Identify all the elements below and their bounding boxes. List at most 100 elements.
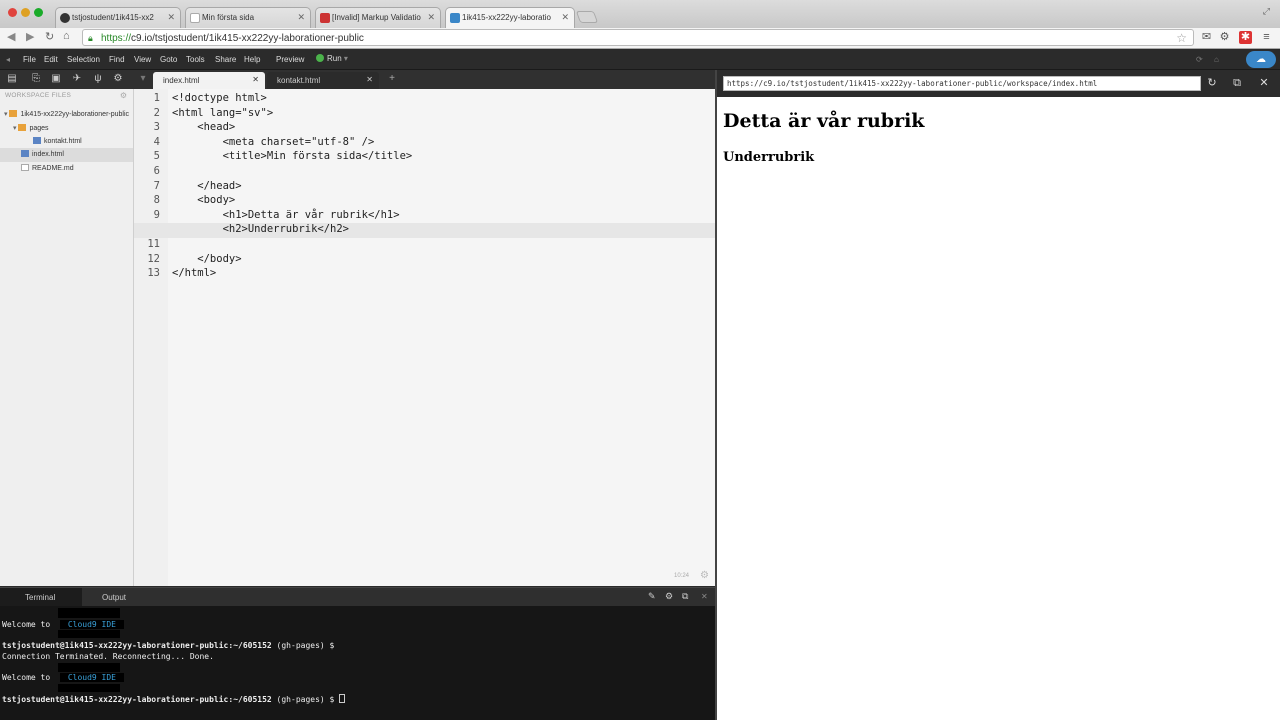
- tab-title: tstjostudent/1ik415-xx2: [72, 13, 154, 22]
- address-bar[interactable]: 🔒︎ https://c9.io/tstjostudent/1ik415-xx2…: [82, 29, 1194, 46]
- menu-goto[interactable]: Goto: [160, 55, 177, 64]
- line-number: 9: [153, 208, 160, 221]
- menu-tools[interactable]: Tools: [186, 55, 205, 64]
- browser-tab-validator[interactable]: [Invalid] Markup Validatio ✕: [315, 7, 441, 28]
- terminal-banner-block: [58, 608, 120, 618]
- preview-popout-icon[interactable]: ⧉: [1230, 76, 1244, 90]
- maximize-window-button[interactable]: [34, 8, 43, 17]
- folder-icon: [18, 124, 27, 131]
- ide-toolbar: ▤ ⎘ ▣ ✈ ψ ⚙ ▾ index.html ✕ kontakt.html …: [0, 70, 715, 89]
- menu-help[interactable]: Help: [244, 55, 260, 64]
- preview-reload-icon[interactable]: ↻: [1205, 76, 1219, 90]
- line-number: 8: [153, 194, 160, 207]
- tree-file-kontakt[interactable]: kontakt.html: [33, 137, 82, 145]
- menu-edit[interactable]: Edit: [44, 55, 58, 64]
- text-file-icon: [21, 164, 29, 171]
- close-tab-icon[interactable]: ✕: [561, 12, 569, 23]
- new-file-icon[interactable]: ⎘: [30, 73, 42, 85]
- tree-folder-pages[interactable]: ▾ pages: [13, 124, 49, 132]
- preview-pane: https://c9.io/tstjostudent/1ik415-xx222y…: [715, 70, 1280, 720]
- console-settings-icon[interactable]: ⚙: [665, 591, 673, 602]
- tree-file-label: index.html: [32, 151, 64, 158]
- add-tab-icon[interactable]: +: [386, 73, 398, 85]
- menu-share[interactable]: Share: [215, 55, 236, 64]
- deploy-icon[interactable]: ✈: [71, 73, 83, 85]
- code-line: <body>: [172, 194, 236, 207]
- preview-url-input[interactable]: https://c9.io/tstjostudent/1ik415-xx222y…: [723, 76, 1201, 91]
- close-tab-icon[interactable]: ✕: [427, 12, 435, 23]
- extension-gear-icon[interactable]: ⚙: [1218, 31, 1231, 44]
- close-window-button[interactable]: [8, 8, 17, 17]
- browser-toolbar: ◀ ▶ ↻ ⌂ 🔒︎ https://c9.io/tstjostudent/1i…: [0, 28, 1280, 49]
- sidebar-settings-icon[interactable]: ⚙: [120, 91, 127, 100]
- code-editor[interactable]: 12345678910111213 <!doctype html><html l…: [134, 89, 715, 586]
- browser-tab-min-forsta-sida[interactable]: Min första sida ✕: [185, 7, 311, 28]
- terminal-cursor: [339, 694, 346, 703]
- forward-icon[interactable]: ▶: [26, 30, 34, 43]
- menu-selection[interactable]: Selection: [67, 55, 100, 64]
- line-number: 1: [153, 92, 160, 104]
- menu-file[interactable]: File: [23, 55, 36, 64]
- tree-root[interactable]: ▾ 1ik415-xx222yy-laborationer-public: [4, 110, 129, 118]
- terminal-output[interactable]: Welcome to Cloud9 IDE tstjostudent@1ik41…: [0, 606, 715, 720]
- preview-toolbar: https://c9.io/tstjostudent/1ik415-xx222y…: [717, 70, 1280, 97]
- page-icon: [190, 13, 200, 23]
- code-line: <meta charset="utf-8" />: [172, 135, 375, 148]
- collaborate-icon[interactable]: ⟳: [1196, 55, 1203, 64]
- close-tab-icon[interactable]: ✕: [366, 75, 373, 84]
- github-icon: [60, 13, 70, 23]
- panel-menu-icon[interactable]: ▾: [137, 73, 149, 85]
- menu-view[interactable]: View: [134, 55, 151, 64]
- line-number: 6: [153, 165, 160, 177]
- run-button[interactable]: Run ▾: [316, 54, 348, 63]
- close-console-icon[interactable]: ✕: [701, 592, 708, 601]
- maximize-console-icon[interactable]: ⧉: [682, 591, 688, 602]
- home-icon[interactable]: ⌂: [1214, 55, 1219, 64]
- gmail-icon[interactable]: ✉: [1200, 31, 1213, 44]
- html-file-icon: [21, 150, 29, 157]
- browser-tab-github[interactable]: tstjostudent/1ik415-xx2 ✕: [55, 7, 181, 28]
- preview-heading-1: Detta är vår rubrik: [723, 110, 925, 132]
- home-icon[interactable]: ⌂: [63, 30, 70, 42]
- terminal-banner-block: [58, 630, 120, 638]
- tab-terminal[interactable]: Terminal: [0, 588, 82, 607]
- browser-tab-cloud9[interactable]: 1ik415-xx222yy-laboratio ✕: [445, 7, 575, 28]
- url-text: c9.io/tstjostudent/1ik415-xx222yy-labora…: [131, 33, 364, 44]
- extension-red-icon[interactable]: ✱: [1239, 31, 1252, 44]
- tree-file-readme[interactable]: README.md: [21, 164, 74, 172]
- bookmark-star-icon[interactable]: ☆: [1176, 31, 1187, 45]
- save-icon[interactable]: ▣: [50, 73, 62, 85]
- close-tab-icon[interactable]: ✕: [252, 75, 259, 84]
- back-icon[interactable]: ◀: [7, 30, 15, 43]
- code-line: </head>: [172, 179, 242, 192]
- cloud9-logo-icon[interactable]: ☁: [1246, 51, 1276, 68]
- editor-settings-icon[interactable]: ⚙: [700, 570, 709, 581]
- tab-index-html[interactable]: index.html ✕: [153, 72, 265, 89]
- preview-close-icon[interactable]: ✕: [1257, 76, 1271, 90]
- tab-kontakt-html[interactable]: kontakt.html ✕: [267, 72, 379, 89]
- tab-label: Terminal: [25, 593, 56, 602]
- close-tab-icon[interactable]: ✕: [167, 12, 175, 23]
- close-tab-icon[interactable]: ✕: [297, 12, 305, 23]
- url-scheme: https://: [101, 33, 132, 44]
- code-line: </html>: [172, 267, 217, 280]
- new-tab-button[interactable]: [575, 11, 599, 23]
- toggle-tree-icon[interactable]: ▤: [6, 73, 18, 85]
- folder-icon: [9, 110, 18, 117]
- code-line: <head>: [172, 121, 236, 134]
- git-icon[interactable]: ψ: [92, 73, 104, 85]
- fullscreen-icon[interactable]: ⤢: [1263, 6, 1270, 17]
- line-number: 7: [153, 179, 160, 192]
- minimize-window-button[interactable]: [21, 8, 30, 17]
- menu-caret-icon[interactable]: ◂: [6, 55, 10, 64]
- tree-file-index[interactable]: index.html: [0, 148, 133, 162]
- ide-menu-bar: ◂ File Edit Selection Find View Goto Too…: [0, 50, 1280, 70]
- tab-output[interactable]: Output: [102, 593, 126, 602]
- line-number: 4: [153, 135, 160, 148]
- reload-icon[interactable]: ↻: [45, 30, 54, 43]
- settings-icon[interactable]: ⚙: [112, 73, 124, 85]
- chrome-menu-icon[interactable]: ≡: [1260, 31, 1273, 44]
- menu-find[interactable]: Find: [109, 55, 125, 64]
- menu-preview[interactable]: Preview: [276, 55, 304, 64]
- clear-console-icon[interactable]: ✎: [648, 591, 656, 602]
